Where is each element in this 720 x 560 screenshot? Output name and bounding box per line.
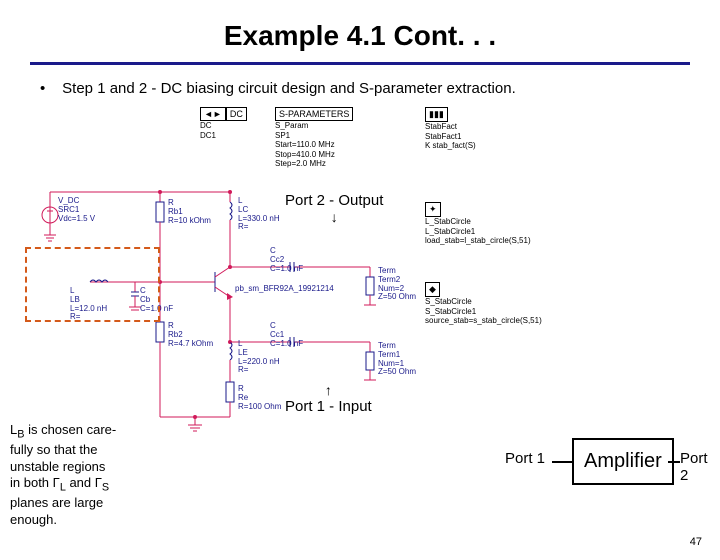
amp-line-right xyxy=(668,461,680,463)
page-title: Example 4.1 Cont. . . xyxy=(0,20,720,52)
label-vdc: V_DCSRC1Vdc=1.5 V xyxy=(58,197,95,223)
arrow-down-icon: ↓ xyxy=(285,209,383,225)
sim-sscircle: ◆ S_StabCircle S_StabCircle1 source_stab… xyxy=(425,282,542,326)
highlight-box-lb xyxy=(25,247,160,322)
arrow-up-icon: ↑ xyxy=(285,382,372,398)
amp-port1-label: Port 1 xyxy=(505,450,545,467)
amplifier-box: Amplifier xyxy=(572,438,674,485)
bullet-step: • Step 1 and 2 - DC biasing circuit desi… xyxy=(40,80,680,97)
bullet-marker: • xyxy=(40,80,58,97)
label-rb2: RRb2R=4.7 kOhm xyxy=(168,322,213,348)
label-re: RReR=100 Ohm xyxy=(238,385,281,411)
amp-port2-label: Port 2 xyxy=(680,450,720,484)
label-lc: LLCL=330.0 nHR= xyxy=(238,197,280,232)
label-cc1: CCc1C=1.0 nF xyxy=(270,322,303,348)
label-term1: TermTerm1Num=1Z=50 Ohm xyxy=(378,342,416,377)
note-lb: LB is chosen care- fully so that the uns… xyxy=(10,422,150,529)
label-term2: TermTerm2Num=2Z=50 Ohm xyxy=(378,267,416,302)
sim-stabfact: ▮▮▮ StabFact StabFact1 K stab_fact(S) xyxy=(425,107,476,151)
page-number: 47 xyxy=(690,536,702,548)
label-rb1: RRb1R=10 kOhm xyxy=(168,199,211,225)
schematic-diagram: ◄►DC DC DC1 S-PARAMETERS S_Param SP1 Sta… xyxy=(30,107,690,437)
label-bjt: pb_sm_BFR92A_19921214 xyxy=(235,285,334,294)
bullet-text: Step 1 and 2 - DC biasing circuit design… xyxy=(62,80,516,97)
sim-lscircle: ✦ L_StabCircle L_StabCircle1 load_stab=l… xyxy=(425,202,531,246)
label-cc2: CCc2C=1.0 nF xyxy=(270,247,303,273)
port2-output-label: Port 2 - Output ↓ xyxy=(285,192,383,225)
amp-line-left xyxy=(552,461,572,463)
port1-input-label: ↑ Port 1 - Input xyxy=(285,382,372,415)
horizontal-rule xyxy=(30,62,690,65)
